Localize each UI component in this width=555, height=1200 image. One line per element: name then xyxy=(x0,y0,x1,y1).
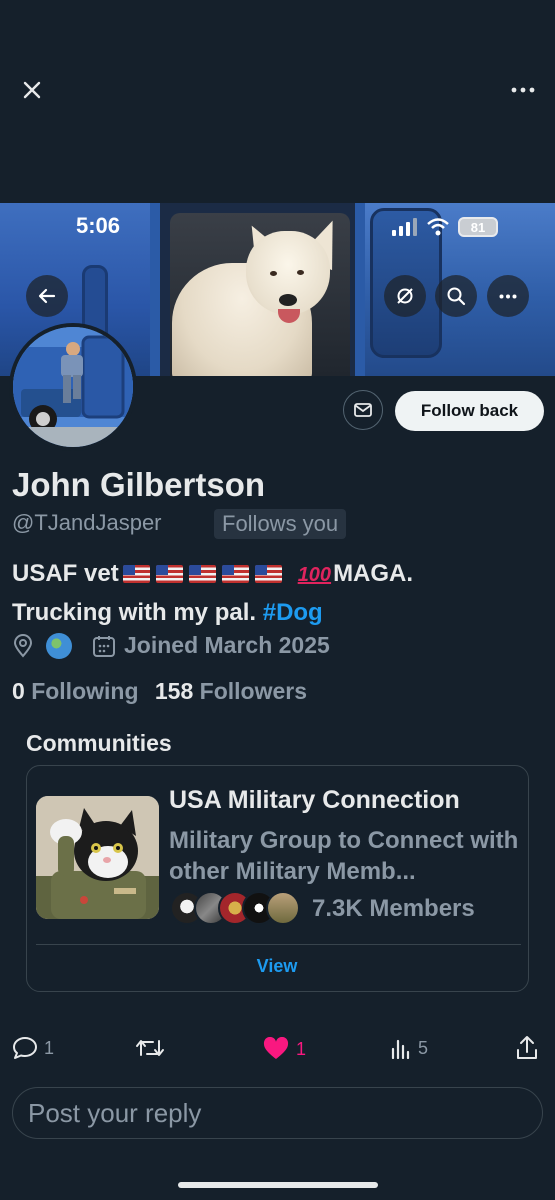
like-action[interactable]: 1 xyxy=(262,1037,306,1061)
comment-icon xyxy=(13,1037,37,1059)
community-image xyxy=(36,796,159,919)
follows-you-badge: Follows you xyxy=(214,509,347,539)
us-flag-icon xyxy=(254,565,282,583)
share-action[interactable] xyxy=(515,1035,539,1061)
profile-avatar[interactable] xyxy=(9,323,137,451)
post-action-bar: 1 1 5 xyxy=(0,1030,555,1070)
heart-icon xyxy=(263,1037,289,1059)
calendar-icon xyxy=(93,635,115,657)
sync-off-button[interactable] xyxy=(384,275,426,317)
location-icon xyxy=(13,633,33,658)
bio-line-2: Trucking with my pal. #Dog xyxy=(12,594,547,631)
bio-text-end: MAGA. xyxy=(333,560,414,587)
member-avatars xyxy=(170,891,300,925)
profile-bio: USAF vet 100MAGA. Trucking with my pal. #… xyxy=(12,555,547,631)
followers-label: Followers xyxy=(199,678,308,704)
hundred-points-icon: 100 xyxy=(297,564,332,586)
reply-count: 1 xyxy=(44,1037,55,1058)
globe-icon xyxy=(46,632,72,659)
like-count: 1 xyxy=(296,1038,307,1059)
hashtag-link[interactable]: #Dog xyxy=(263,599,323,626)
close-icon xyxy=(23,81,41,99)
back-button[interactable] xyxy=(26,275,68,317)
communities-heading: Communities xyxy=(26,730,172,756)
wifi-icon xyxy=(427,218,449,236)
reply-input[interactable]: Post your reply xyxy=(12,1087,543,1139)
avatar-image xyxy=(13,327,133,447)
repost-icon xyxy=(136,1040,164,1056)
us-flag-icon xyxy=(221,565,249,583)
message-button[interactable] xyxy=(343,390,383,430)
card-divider xyxy=(36,944,521,945)
status-icons: 81 xyxy=(392,217,498,237)
following-label: Following xyxy=(31,678,139,704)
profile-meta: Joined March 2025 xyxy=(12,632,330,659)
member-count: 7.3K Members xyxy=(312,895,475,922)
us-flag-icon xyxy=(122,565,150,583)
reply-action[interactable]: 1 xyxy=(12,1036,54,1060)
sync-off-icon xyxy=(397,288,413,304)
more-icon xyxy=(511,87,535,93)
bio-text-start: USAF vet xyxy=(12,560,119,587)
views-count: 5 xyxy=(418,1037,429,1058)
community-description: Military Group to Connect with other Mil… xyxy=(169,827,519,885)
community-name[interactable]: USA Military Connection xyxy=(169,786,460,815)
follow-counts: 0 Following 158 Followers xyxy=(12,678,307,705)
battery-indicator: 81 xyxy=(458,217,498,237)
home-indicator xyxy=(178,1182,378,1188)
profile-name: John Gilbertson xyxy=(12,466,266,503)
follow-back-button[interactable]: Follow back xyxy=(395,391,544,431)
view-community-link[interactable]: View xyxy=(236,956,318,980)
signal-icon xyxy=(392,218,417,236)
envelope-icon xyxy=(354,403,372,417)
bio-line-1: USAF vet 100MAGA. xyxy=(12,555,547,594)
views-icon xyxy=(391,1039,410,1059)
views-action[interactable]: 5 xyxy=(390,1037,428,1059)
status-time: 5:06 xyxy=(76,213,121,238)
more-icon xyxy=(499,294,517,298)
joined-date: Joined March 2025 xyxy=(124,632,330,658)
search-icon xyxy=(447,287,466,306)
following-link[interactable]: 0 Following xyxy=(12,678,139,704)
following-count: 0 xyxy=(12,678,25,704)
followers-count: 158 xyxy=(154,678,194,704)
share-icon xyxy=(517,1036,537,1059)
bio-text-line2: Trucking with my pal. xyxy=(12,599,257,626)
banner-more-button[interactable] xyxy=(487,275,529,317)
us-flag-icon xyxy=(155,565,183,583)
followers-link[interactable]: 158 Followers xyxy=(155,678,307,704)
close-button[interactable] xyxy=(16,74,48,106)
us-flag-icon xyxy=(188,565,216,583)
back-arrow-icon xyxy=(38,288,56,304)
search-button[interactable] xyxy=(435,275,477,317)
profile-handle: @TJandJasper xyxy=(12,510,162,535)
member-avatar xyxy=(266,891,300,925)
cat-soldier-image xyxy=(36,796,159,919)
repost-action[interactable] xyxy=(135,1037,165,1059)
more-button[interactable] xyxy=(505,74,541,106)
